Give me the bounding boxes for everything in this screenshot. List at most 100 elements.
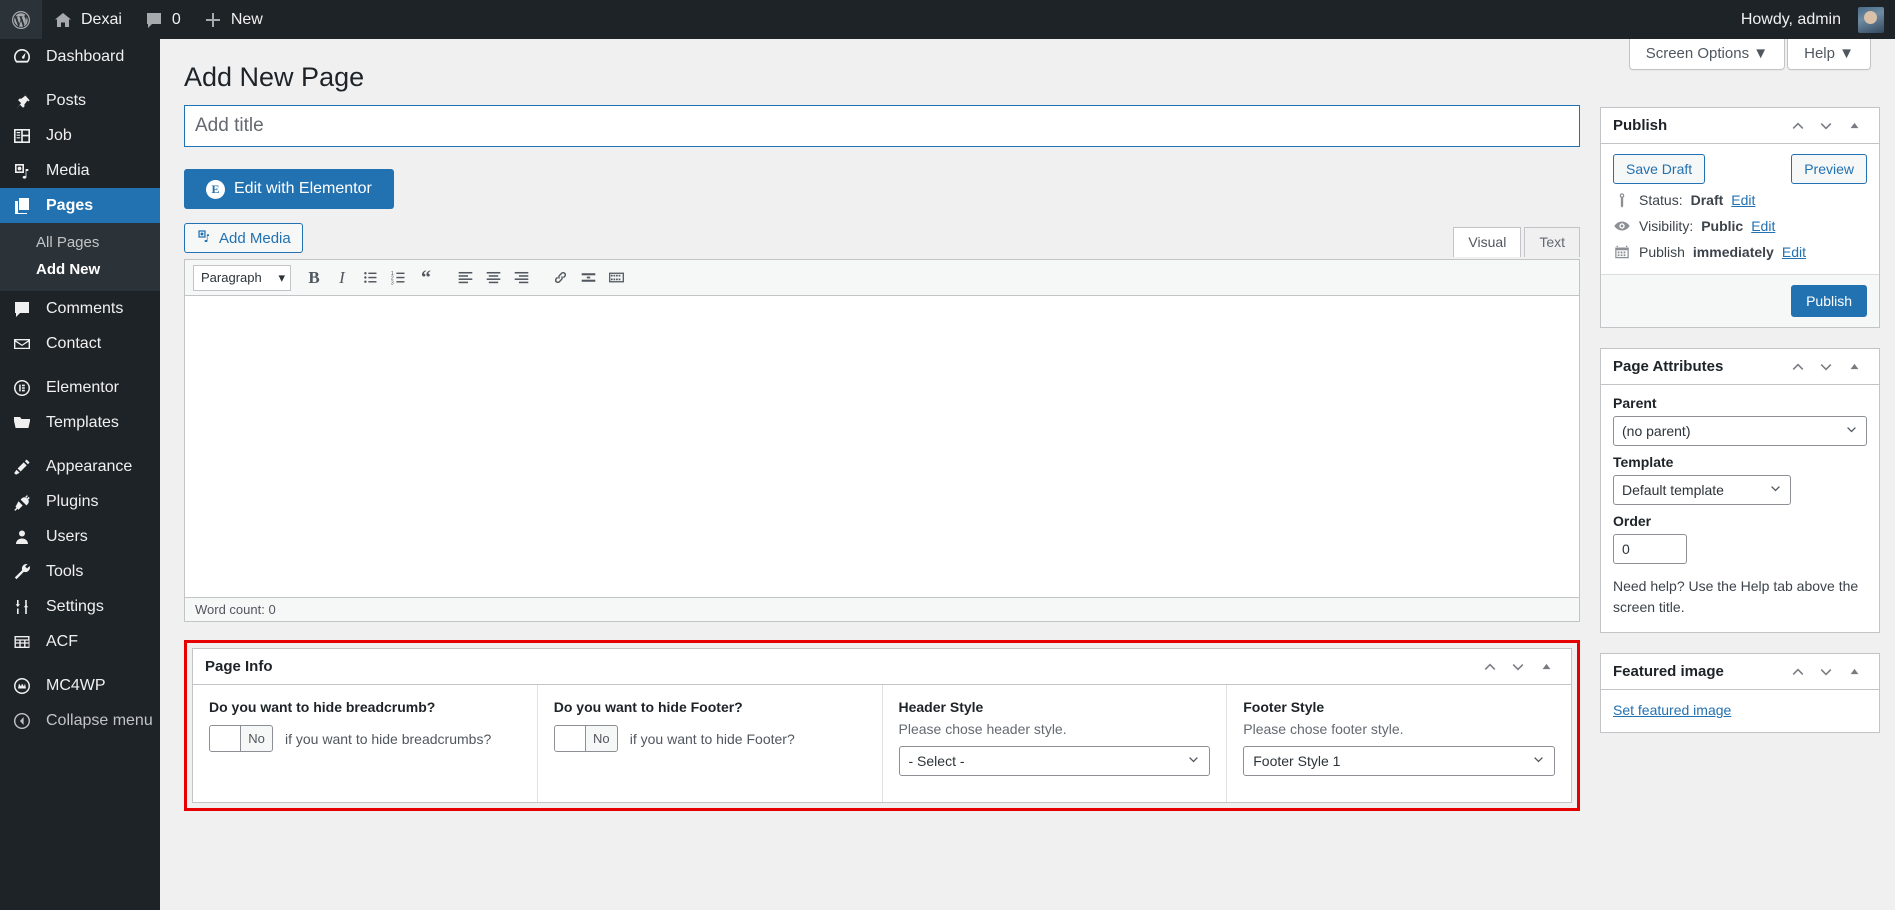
editor-content-area[interactable] [184,295,1580,599]
sidebar-item-label: Settings [46,597,104,615]
sidebar-item-templates[interactable]: Templates [0,405,160,440]
elementor-icon: E [206,179,225,199]
numbered-list-icon[interactable]: 123 [385,265,411,291]
sidebar-item-plugins[interactable]: Plugins [0,484,160,519]
comment-bubble-icon [146,12,161,28]
footer-style-value: Footer Style 1 [1253,753,1341,770]
italic-icon[interactable]: I [329,265,355,291]
chevron-down-icon[interactable] [1813,354,1839,380]
tab-visual[interactable]: Visual [1453,227,1522,258]
sidebar-item-elementor[interactable]: Elementor [0,370,160,405]
featured-image-body: Set featured image [1601,690,1879,732]
align-left-icon[interactable] [452,265,478,291]
chevron-down-icon[interactable] [1813,659,1839,685]
order-input[interactable]: 0 [1613,534,1687,565]
toggle-triangle-icon[interactable] [1841,113,1867,139]
field-instructions: Please chose footer style. [1243,721,1404,738]
wordpress-logo-menu[interactable] [0,0,42,39]
comments-bubble[interactable]: 0 [133,0,192,39]
main-content: Screen Options ▼ Help ▼ Add New Page E E… [160,39,1895,910]
chevron-down-icon[interactable] [1813,113,1839,139]
sidebar-item-dashboard[interactable]: Dashboard [0,39,160,74]
toolbar-toggle-icon[interactable] [603,265,629,291]
edit-with-elementor-button[interactable]: E Edit with Elementor [184,169,394,210]
sidebar-item-all-pages[interactable]: All Pages [0,229,160,256]
template-label: Template [1613,454,1674,471]
sidebar-item-add-new[interactable]: Add New [0,256,160,283]
sidebar-item-label: Elementor [46,378,119,396]
chevron-down-icon[interactable] [1505,654,1531,680]
publish-button[interactable]: Publish [1791,285,1867,318]
toggle-triangle-icon[interactable] [1841,659,1867,685]
toggle-triangle-icon[interactable] [1533,654,1559,680]
envelope-icon [12,334,36,354]
chevron-up-icon[interactable] [1785,354,1811,380]
help-button[interactable]: Help ▼ [1787,39,1871,70]
site-name-menu[interactable]: Dexai [42,0,133,39]
page-info-fields: Do you want to hide breadcrumb? No if yo… [193,685,1571,803]
footer-style-select[interactable]: Footer Style 1 [1243,746,1555,777]
chevron-up-icon[interactable] [1785,659,1811,685]
featured-image-title: Featured image [1613,663,1724,681]
read-more-icon[interactable] [575,265,601,291]
plus-icon [205,12,220,27]
field-footer-style: Footer Style Please chose footer style. … [1227,685,1571,802]
sidebar-item-label: Collapse menu [46,711,153,729]
toggle-knob [210,726,241,752]
sidebar-item-pages[interactable]: Pages [0,188,168,223]
title-input[interactable] [184,105,1580,148]
tab-text[interactable]: Text [1524,227,1580,258]
screen-meta-links: Screen Options ▼ Help ▼ [1628,39,1871,70]
save-draft-button[interactable]: Save Draft [1613,154,1706,185]
hide-breadcrumb-toggle[interactable]: No [209,725,273,753]
sidebar-item-collapse-menu[interactable]: Collapse menu [0,703,160,738]
bulleted-list-icon[interactable] [357,265,383,291]
template-value: Default template [1622,482,1724,499]
hide-footer-toggle[interactable]: No [553,725,618,753]
chevron-up-icon[interactable] [1785,113,1811,139]
sidebar-item-acf[interactable]: ACF [0,624,160,659]
visibility-edit-link[interactable]: Edit [1751,218,1775,234]
svg-text:3: 3 [390,280,393,286]
sidebar-item-comments[interactable]: Comments [0,291,160,326]
sidebar-item-users[interactable]: Users [0,519,160,554]
visibility-value: Public [1701,218,1744,235]
preview-button[interactable]: Preview [1791,154,1867,185]
page-title: Add New Page [184,62,365,92]
sidebar-item-media[interactable]: Media [0,153,160,188]
toggle-value: No [248,731,265,747]
add-media-button[interactable]: Add Media [184,223,303,254]
my-account-menu[interactable]: Howdy, admin [1730,0,1895,39]
sidebar-item-posts[interactable]: Posts [0,83,160,118]
sidebar-item-mc4wp[interactable]: MC4WP [0,668,160,703]
sidebar-item-label: Appearance [46,457,133,475]
align-center-icon[interactable] [480,265,506,291]
screen-options-button[interactable]: Screen Options ▼ [1628,39,1786,70]
schedule-row: Publish immediately Edit [1613,236,1867,262]
post-status-icon [1619,193,1625,208]
align-right-icon[interactable] [508,265,534,291]
sidebar-item-tools[interactable]: Tools [0,554,160,589]
blockquote-icon[interactable]: “ [413,265,439,291]
toggle-triangle-icon[interactable] [1841,354,1867,380]
sidebar-item-appearance[interactable]: Appearance [0,449,160,484]
publish-actions-row: Save Draft Preview [1613,154,1867,185]
sidebar-item-contact[interactable]: Contact [0,326,160,361]
status-edit-link[interactable]: Edit [1731,192,1755,208]
visibility-label: Visibility: [1639,218,1694,235]
elementor-switch-wrap: E Edit with Elementor [184,147,1580,223]
header-style-value: - Select - [908,753,965,770]
link-icon[interactable] [547,265,573,291]
template-select[interactable]: Default template [1613,475,1791,506]
bold-icon[interactable]: B [301,265,327,291]
parent-select[interactable]: (no parent) [1613,416,1867,447]
chevron-up-icon[interactable] [1477,654,1503,680]
sidebar-item-job[interactable]: Job [0,118,160,153]
schedule-edit-link[interactable]: Edit [1782,244,1806,260]
header-style-select[interactable]: - Select - [898,746,1211,777]
sidebar-item-settings[interactable]: Settings [0,589,160,624]
new-content-menu[interactable]: New [192,0,274,39]
set-featured-image-link[interactable]: Set featured image [1613,702,1731,718]
paragraph-format-select[interactable]: Paragraph ▾ [193,264,291,291]
publish-body: Save Draft Preview Status: Draft Edit Vi… [1601,144,1879,274]
